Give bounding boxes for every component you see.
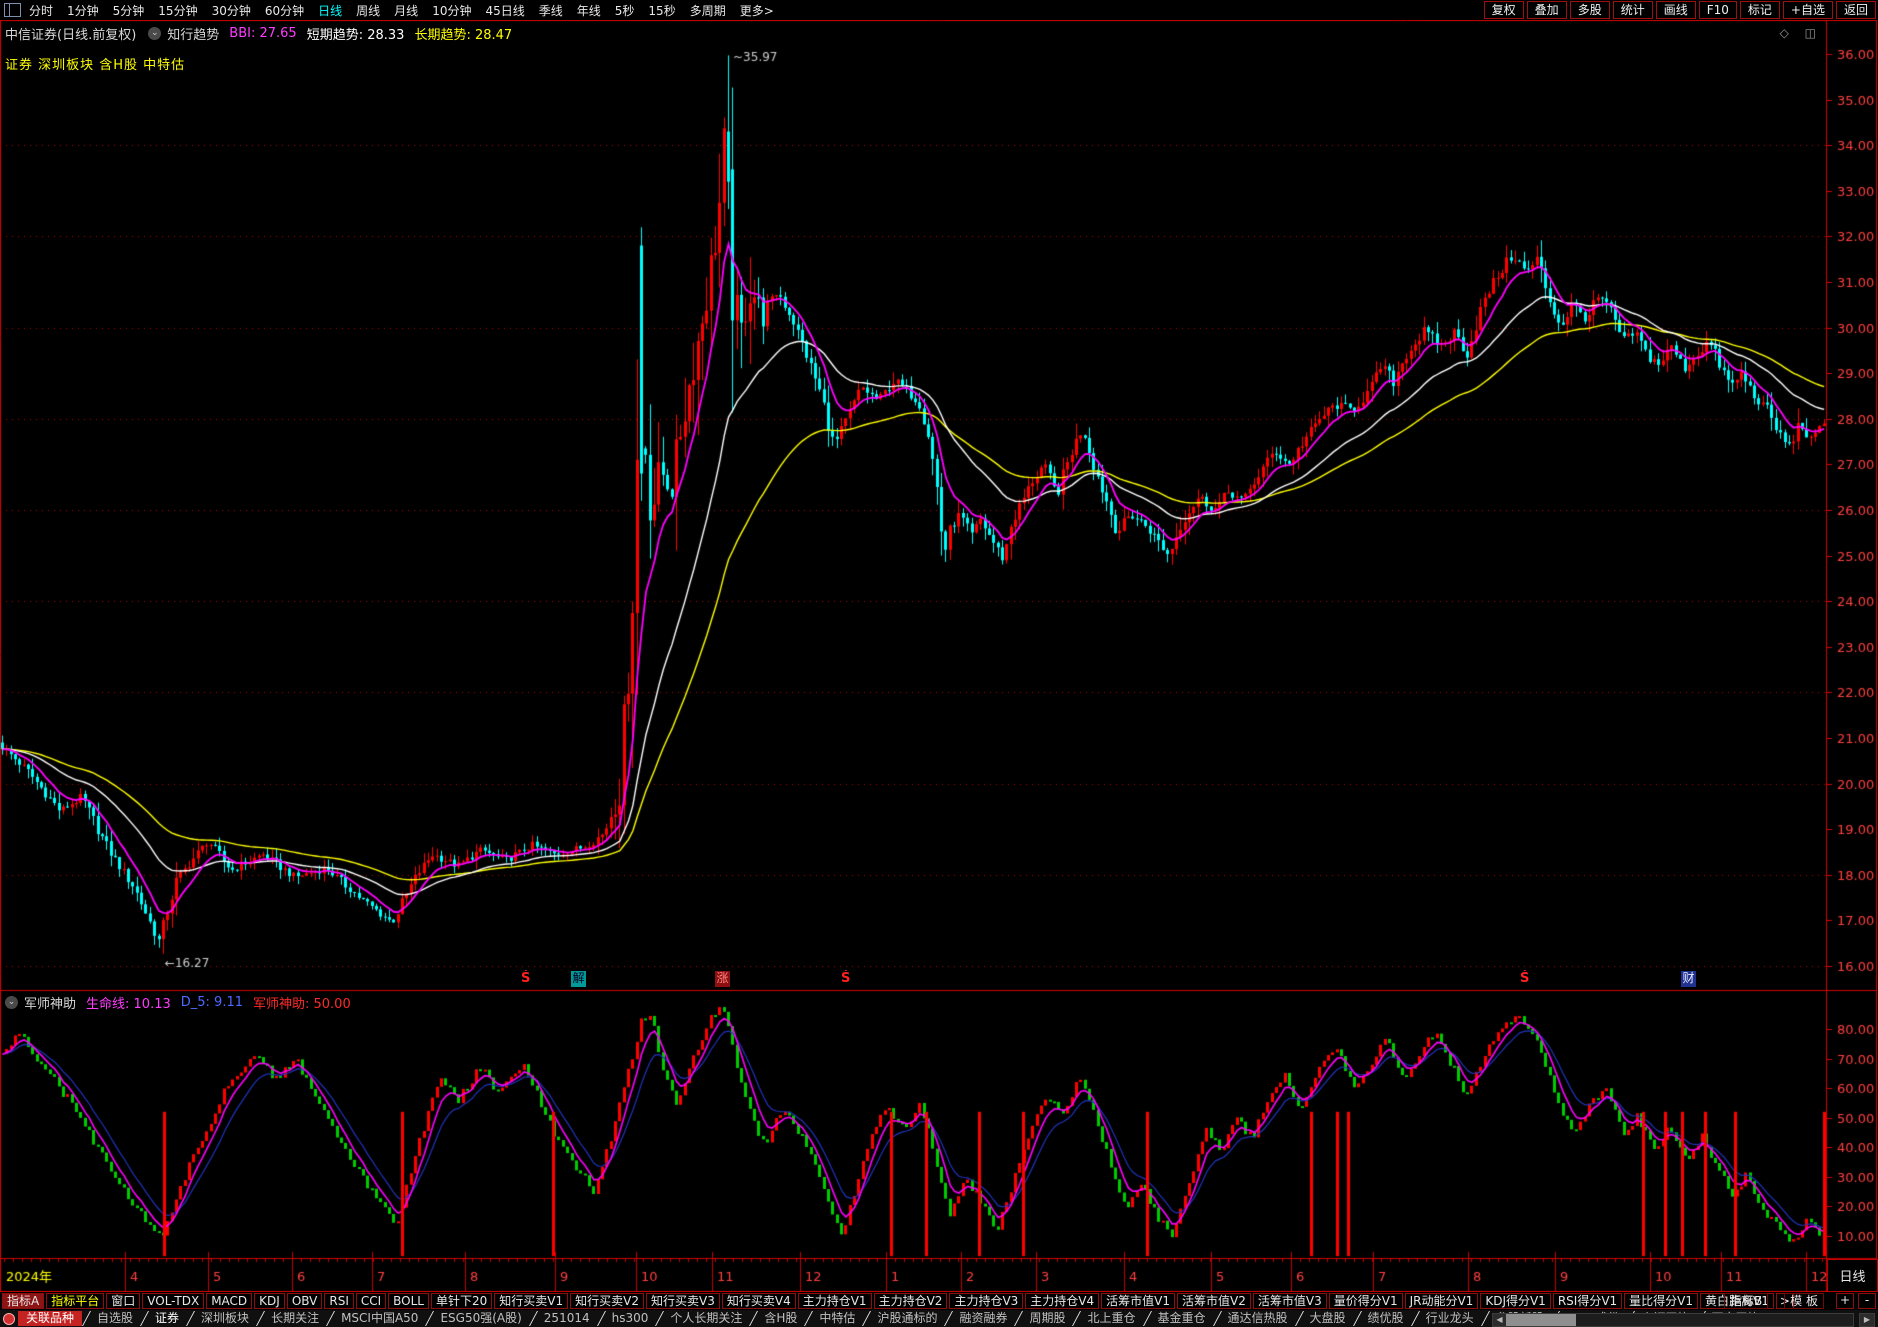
stock-tab-长期关注[interactable]: 长期关注 (258, 1310, 328, 1327)
stock-tab-MSCI中国A50[interactable]: MSCI中国A50 (328, 1310, 427, 1327)
scroll-right-icon[interactable]: ▶ (1859, 1313, 1875, 1327)
stock-tab-251014[interactable]: 251014 (531, 1310, 599, 1327)
period-item-15分钟[interactable]: 15分钟 (158, 2, 197, 19)
window-layout-icon[interactable] (4, 3, 21, 17)
toolbar-button-画线[interactable]: 画线 (1656, 1, 1696, 19)
indicator-tab-bar: 指标A指标平台窗口VOL-TDXMACDKDJOBVRSICCIBOLL单针下2… (0, 1292, 1878, 1310)
stock-tab-基金重仓[interactable]: 基金重仓 (1145, 1310, 1215, 1327)
indicator-tab-KDJ[interactable]: KDJ (254, 1293, 285, 1309)
period-item-10分钟[interactable]: 10分钟 (432, 2, 471, 19)
indicator-tab-RSI得分V1[interactable]: RSI得分V1 (1553, 1293, 1622, 1309)
period-item-分时[interactable]: 分时 (29, 2, 53, 19)
period-item-月线[interactable]: 月线 (394, 2, 418, 19)
indicator-tab-量价得分V1[interactable]: 量价得分V1 (1329, 1293, 1403, 1309)
stock-tab-深圳板块[interactable]: 深圳板块 (188, 1310, 258, 1327)
toolbar-button-复权[interactable]: 复权 (1484, 1, 1524, 19)
period-item-周线[interactable]: 周线 (356, 2, 380, 19)
indicator-tab-指标A[interactable]: 指标A (2, 1293, 44, 1309)
stock-tab-含H股[interactable]: 含H股 (751, 1310, 806, 1327)
indicator-tab-KDJ得分V1[interactable]: KDJ得分V1 (1480, 1293, 1551, 1309)
stock-tab-沪股通标的[interactable]: 沪股通标的 (864, 1310, 946, 1327)
period-item-1分钟[interactable]: 1分钟 (67, 2, 99, 19)
related-icon (3, 1313, 15, 1325)
stock-tab-中特估[interactable]: 中特估 (806, 1310, 864, 1327)
indicator-tab-活筹市值V2[interactable]: 活筹市值V2 (1177, 1293, 1251, 1309)
indicator-tab-BOLL[interactable]: BOLL (388, 1293, 429, 1309)
related-group-button[interactable]: 关联品种 (18, 1311, 82, 1326)
stock-tab-个人长期关注[interactable]: 个人长期关注 (657, 1310, 751, 1327)
indicator-tab-bar-right: 指标B 模 板 +- (1716, 1293, 1876, 1309)
indicator-tab-VOL-TDX[interactable]: VOL-TDX (142, 1293, 204, 1309)
indicator-tab-窗口[interactable]: 窗口 (106, 1293, 140, 1309)
period-item-年线[interactable]: 年线 (577, 2, 601, 19)
indicator-tab-知行买卖V2[interactable]: 知行买卖V2 (570, 1293, 644, 1309)
toolbar-button-返回[interactable]: 返回 (1836, 1, 1876, 19)
stock-tab-证券[interactable]: 证券 (142, 1310, 188, 1327)
period-item-60分钟[interactable]: 60分钟 (265, 2, 304, 19)
indicator-tab-主力持仓V3[interactable]: 主力持仓V3 (949, 1293, 1023, 1309)
toolbar-button-叠加[interactable]: 叠加 (1527, 1, 1567, 19)
stock-tab-绩优股[interactable]: 绩优股 (1355, 1310, 1413, 1327)
stock-tab-scrollbar[interactable]: ◀ (1492, 1313, 1854, 1327)
toolbar-button-+自选[interactable]: +自选 (1783, 1, 1833, 19)
template-button[interactable]: 模 板 (1784, 1293, 1824, 1309)
indicator-tab-b[interactable]: 指标B (1724, 1293, 1768, 1309)
indicator-tab-RSI[interactable]: RSI (324, 1293, 354, 1309)
indicator-tab-活筹市值V3[interactable]: 活筹市值V3 (1253, 1293, 1327, 1309)
period-menubar: 分时 1分钟 5分钟 15分钟 30分钟 60分钟日线周线月线 10分钟 45日线季线年线 5秒… (0, 0, 1878, 20)
period-item-日线[interactable]: 日线 (318, 2, 342, 19)
indicator-tab-MACD[interactable]: MACD (206, 1293, 252, 1309)
stock-tab-北上重仓[interactable]: 北上重仓 (1074, 1310, 1144, 1327)
indicator-tab-主力持仓V1[interactable]: 主力持仓V1 (798, 1293, 872, 1309)
scroll-left-icon[interactable]: ◀ (1493, 1314, 1506, 1326)
zoom-out-button[interactable]: - (1858, 1293, 1876, 1309)
toolbar-button-统计[interactable]: 统计 (1613, 1, 1653, 19)
toolbar-buttons: 复权叠加多股统计画线F10标记+自选返回 (1481, 1, 1876, 19)
stock-tab-融资融券[interactable]: 融资融券 (946, 1310, 1016, 1327)
chart-area: 中信证券(日线.前复权) ⌄ 知行趋势 BBI: 27.65 短期趋势: 28.… (0, 20, 1878, 1292)
indicator-tab-主力持仓V2[interactable]: 主力持仓V2 (874, 1293, 948, 1309)
period-item-季线[interactable]: 季线 (539, 2, 563, 19)
indicator-tab-知行买卖V3[interactable]: 知行买卖V3 (646, 1293, 720, 1309)
stock-tab-大盘股[interactable]: 大盘股 (1297, 1310, 1355, 1327)
indicator-tab-单针下20[interactable]: 单针下20 (431, 1293, 492, 1309)
indicator-tab-JR动能分V1[interactable]: JR动能分V1 (1405, 1293, 1479, 1309)
period-item-45日线[interactable]: 45日线 (485, 2, 524, 19)
indicator-tab-活筹市值V1[interactable]: 活筹市值V1 (1101, 1293, 1175, 1309)
period-list: 分时 1分钟 5分钟 15分钟 30分钟 60分钟日线周线月线 10分钟 45日线季线年线 5秒… (29, 2, 788, 19)
stock-tab-通达信热股[interactable]: 通达信热股 (1215, 1310, 1297, 1327)
period-item-多周期[interactable]: 多周期 (690, 2, 726, 19)
indicator-tab-量比得分V1[interactable]: 量比得分V1 (1624, 1293, 1698, 1309)
period-corner-label[interactable]: 日线 (1827, 1259, 1878, 1292)
tdx-app: 分时1分钟5分钟15分钟30分钟60分钟日线周线月线10分钟45日线季线年线5秒… (0, 0, 1878, 1327)
toolbar-button-标记[interactable]: 标记 (1740, 1, 1780, 19)
stock-tab-行业龙头[interactable]: 行业龙头 (1413, 1310, 1483, 1327)
stock-tab-周期股[interactable]: 周期股 (1016, 1310, 1074, 1327)
indicator-tab-知行买卖V1[interactable]: 知行买卖V1 (494, 1293, 568, 1309)
period-item-5秒[interactable]: 5秒 (615, 2, 635, 19)
toolbar-button-F10[interactable]: F10 (1699, 1, 1737, 19)
period-item-30分钟[interactable]: 30分钟 (212, 2, 251, 19)
zoom-in-button[interactable]: + (1836, 1293, 1854, 1309)
period-item-更多>[interactable]: 更多> (740, 2, 774, 19)
toolbar-button-多股[interactable]: 多股 (1570, 1, 1610, 19)
indicator-tab-主力持仓V4[interactable]: 主力持仓V4 (1025, 1293, 1099, 1309)
indicator-tab-CCI[interactable]: CCI (356, 1293, 386, 1309)
stock-tab-hs300[interactable]: hs300 (599, 1310, 658, 1327)
scrollbar-thumb[interactable] (1506, 1314, 1576, 1326)
stock-tab-ESG50强(A股)[interactable]: ESG50强(A股) (427, 1310, 530, 1327)
period-item-5分钟[interactable]: 5分钟 (113, 2, 145, 19)
stock-tab-自选股[interactable]: 自选股 (84, 1310, 142, 1327)
indicator-tab-知行买卖V4[interactable]: 知行买卖V4 (722, 1293, 796, 1309)
kline-canvas[interactable] (0, 20, 1878, 1292)
period-item-15秒[interactable]: 15秒 (648, 2, 675, 19)
indicator-tab-指标平台[interactable]: 指标平台 (46, 1293, 104, 1309)
indicator-tab-OBV[interactable]: OBV (287, 1293, 323, 1309)
